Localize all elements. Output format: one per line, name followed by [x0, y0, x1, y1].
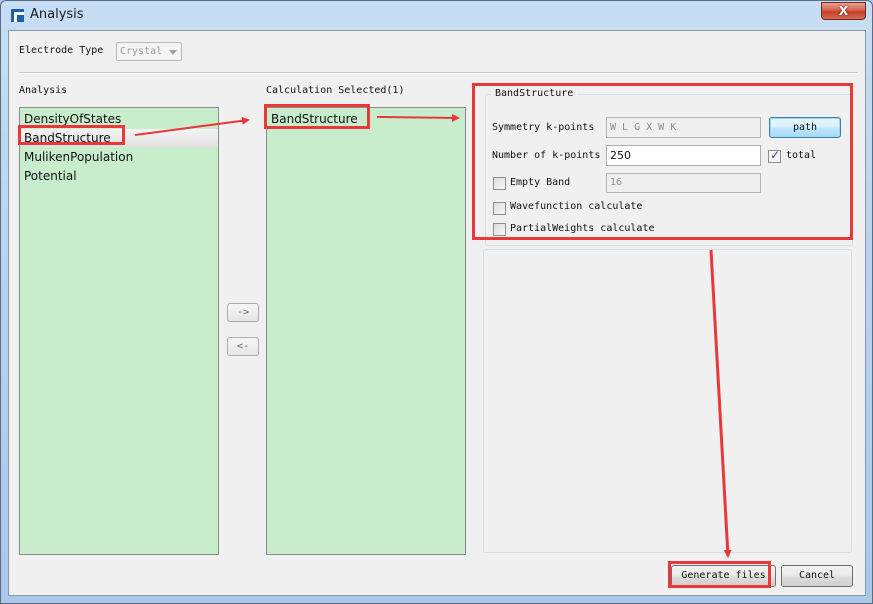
- calculation-selected-label: Calculation Selected(1): [266, 85, 405, 96]
- total-checkbox[interactable]: [768, 148, 781, 163]
- symmetry-kpoints-label: Symmetry k-points: [492, 122, 595, 133]
- generate-files-button[interactable]: Generate files: [671, 565, 776, 587]
- electrode-type-label: Electrode Type: [19, 45, 104, 56]
- partial-weights-label: PartialWeights calculate: [510, 223, 655, 234]
- title-bar: Analysis X: [1, 1, 872, 30]
- chevron-down-icon: [169, 50, 177, 55]
- band-structure-group-title: BandStructure: [491, 88, 578, 99]
- kpoints-count-label: Number of k-points: [492, 150, 601, 161]
- list-item-potential[interactable]: Potential: [24, 167, 77, 185]
- list-item-density-of-states[interactable]: DensityOfStates: [24, 110, 121, 128]
- electrode-type-value: Crystal: [120, 46, 163, 57]
- wavefunction-label: Wavefunction calculate: [510, 201, 643, 212]
- cancel-button[interactable]: Cancel: [781, 565, 853, 587]
- empty-band-label: Empty Band: [510, 177, 571, 188]
- app-logo-icon: [11, 9, 24, 22]
- divider: [19, 72, 857, 74]
- dialog-body: Electrode Type Crystal Analysis Calculat…: [8, 30, 866, 596]
- settings-panel: [483, 249, 852, 553]
- window-title: Analysis: [30, 7, 84, 22]
- symmetry-kpoints-field[interactable]: W L G X W K: [606, 117, 761, 138]
- partial-weights-checkbox[interactable]: [493, 223, 506, 236]
- analysis-list[interactable]: DensityOfStates BandStructure MulikenPop…: [19, 107, 219, 555]
- electrode-type-select[interactable]: Crystal: [116, 42, 182, 61]
- list-item-band-structure[interactable]: BandStructure: [21, 129, 218, 147]
- total-label: total: [786, 150, 817, 161]
- list-item-band-structure-selected[interactable]: BandStructure: [271, 110, 358, 128]
- list-item-muliken-population[interactable]: MulikenPopulation: [24, 148, 133, 166]
- kpoints-count-input[interactable]: 250: [606, 145, 761, 166]
- path-button[interactable]: path: [769, 117, 841, 138]
- analysis-label: Analysis: [19, 85, 68, 96]
- wavefunction-checkbox[interactable]: [493, 202, 506, 215]
- add-to-selection-button[interactable]: ->: [227, 303, 259, 322]
- close-button[interactable]: X: [821, 2, 866, 20]
- analysis-dialog: Analysis X Electrode Type Crystal Analys…: [0, 0, 873, 604]
- empty-band-field[interactable]: 16: [606, 173, 761, 193]
- calculation-selected-list[interactable]: BandStructure: [266, 107, 466, 555]
- empty-band-checkbox[interactable]: [493, 177, 506, 190]
- remove-from-selection-button[interactable]: <-: [227, 337, 259, 356]
